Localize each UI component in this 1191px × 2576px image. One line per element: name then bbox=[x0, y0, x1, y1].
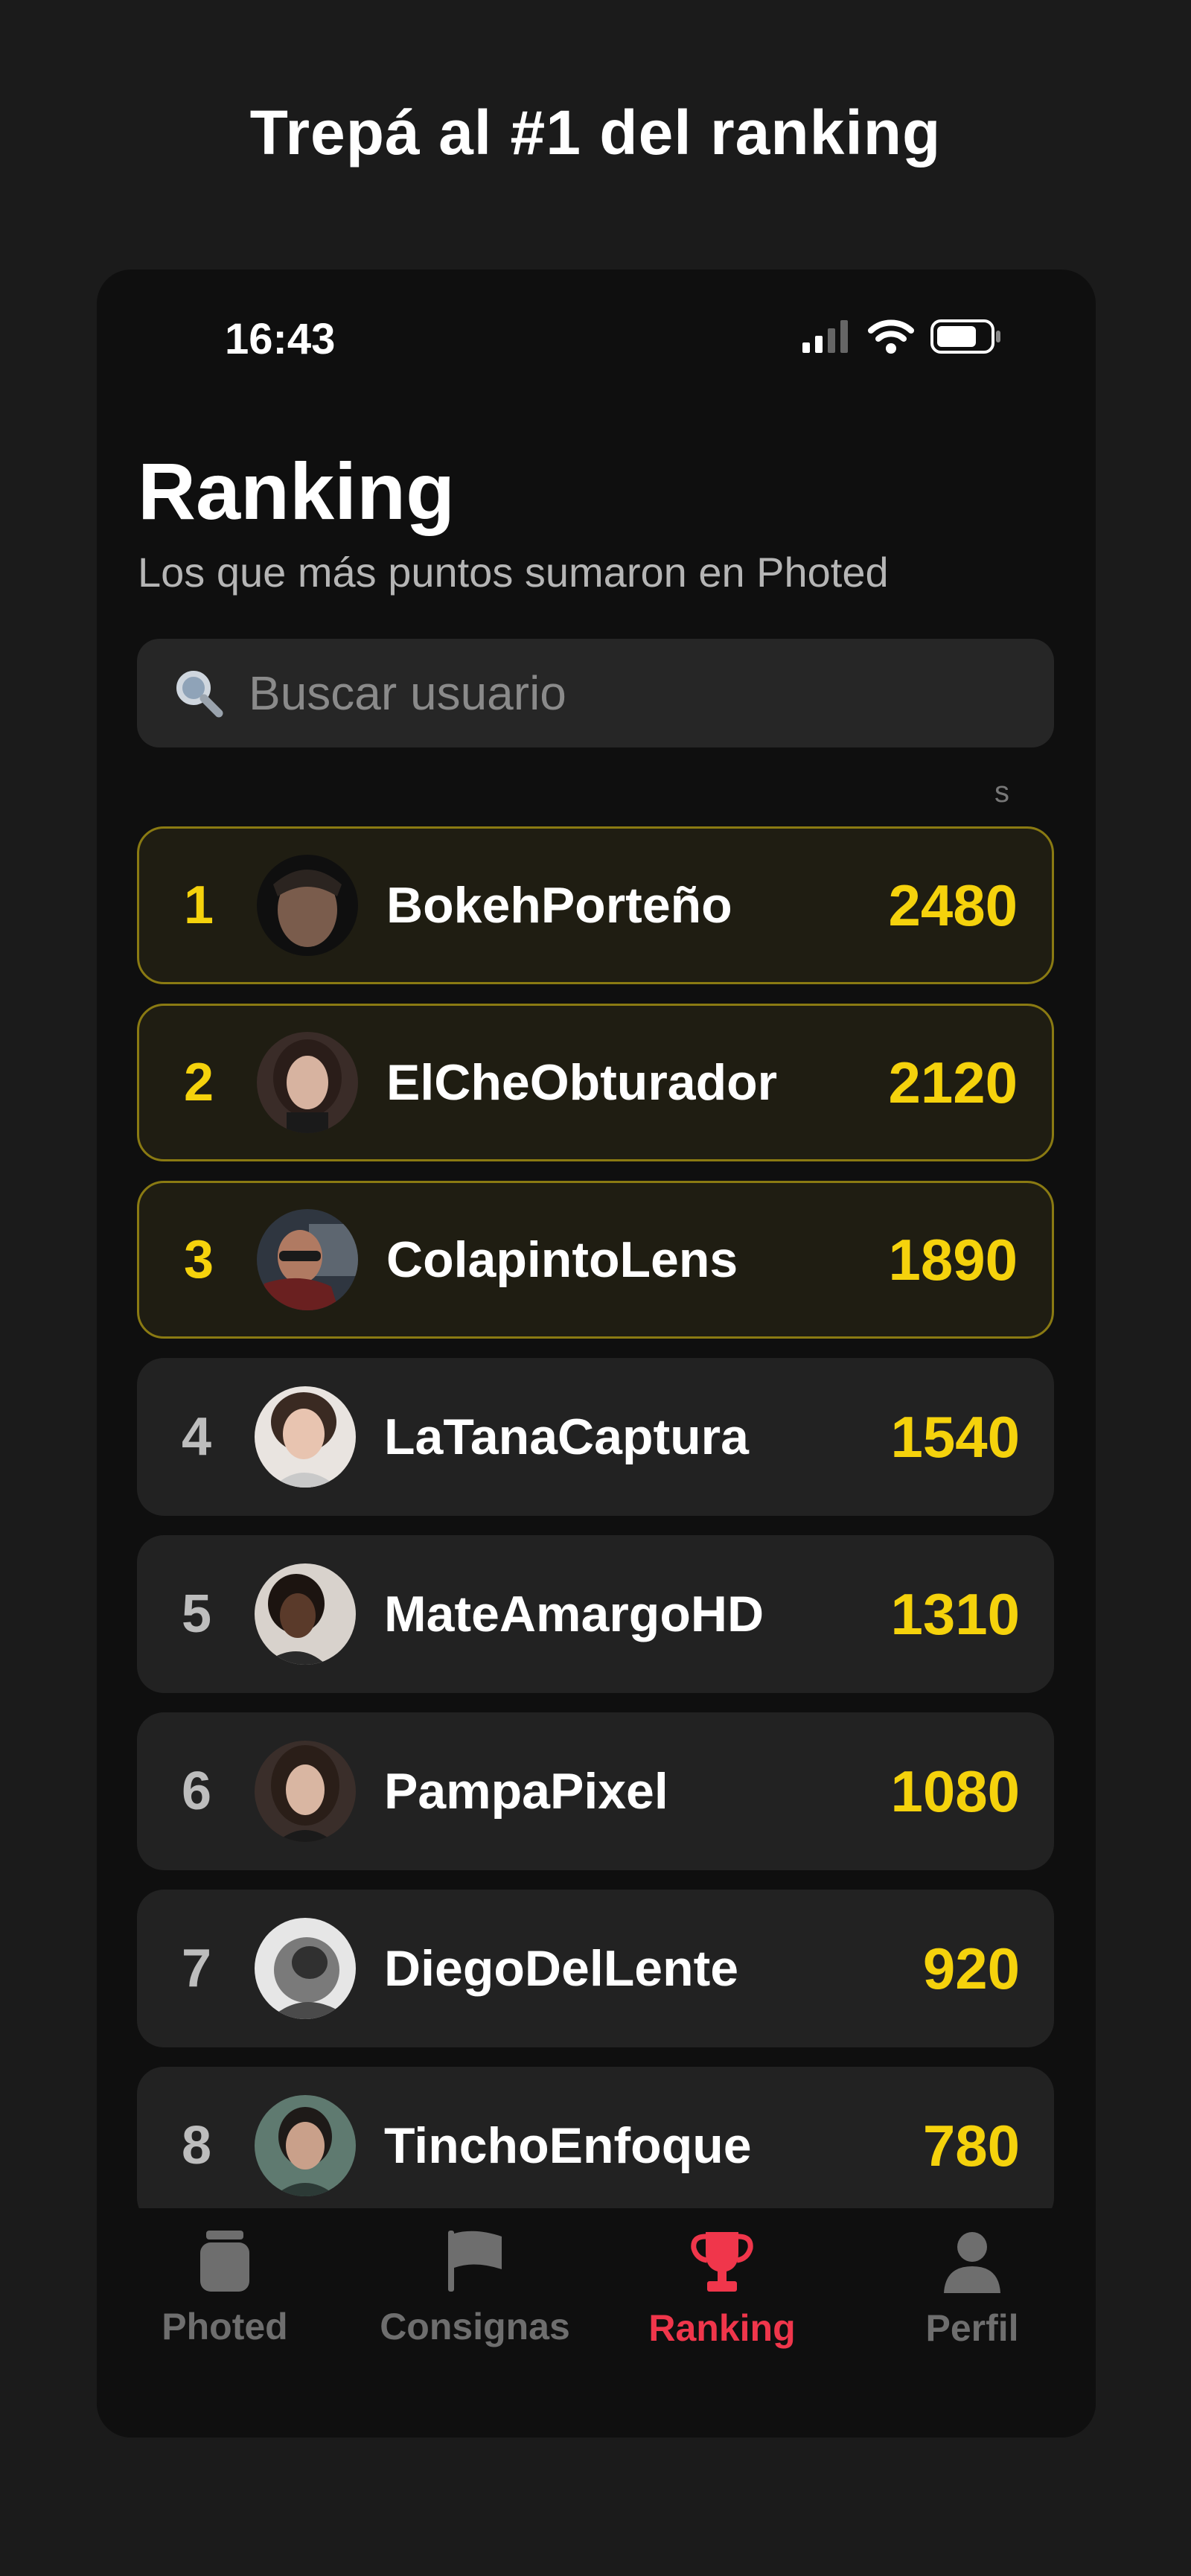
points: 2120 bbox=[888, 1049, 1018, 1115]
avatar bbox=[255, 1918, 356, 2019]
username: ElCheObturador bbox=[386, 1054, 778, 1111]
ranking-row[interactable]: 3 ColapintoLens 1890 bbox=[137, 1181, 1054, 1339]
rank-number: 6 bbox=[181, 1762, 212, 1821]
ranking-row[interactable]: 8 TinchoEnfoque 780 bbox=[137, 2067, 1054, 2225]
wifi-icon bbox=[868, 319, 914, 354]
rank-number: 8 bbox=[181, 2116, 212, 2175]
tab-label: Perfil bbox=[925, 2307, 1019, 2349]
rank-number: 3 bbox=[183, 1230, 214, 1289]
rank-number: 4 bbox=[181, 1407, 212, 1467]
username: ColapintoLens bbox=[386, 1231, 738, 1288]
avatar bbox=[255, 1741, 356, 1842]
status-time: 16:43 bbox=[225, 315, 336, 363]
points: 2480 bbox=[888, 872, 1018, 938]
username: TinchoEnfoque bbox=[384, 2117, 752, 2174]
person-icon bbox=[944, 2232, 1000, 2293]
ranking-row[interactable]: 7 DiegoDelLente 920 bbox=[137, 1890, 1054, 2047]
ranking-row[interactable]: 6 PampaPixel 1080 bbox=[137, 1712, 1054, 1870]
tab-perfil[interactable]: Perfil bbox=[853, 2231, 1091, 2350]
username: PampaPixel bbox=[384, 1763, 668, 1820]
tab-photed[interactable]: Photed bbox=[106, 2231, 344, 2348]
points: 1890 bbox=[888, 1226, 1018, 1292]
scroll-hint: s bbox=[994, 776, 1009, 809]
avatar bbox=[255, 1563, 356, 1665]
username: MateAmargoHD bbox=[384, 1586, 764, 1642]
rank-number: 5 bbox=[181, 1584, 212, 1644]
avatar bbox=[257, 1209, 358, 1310]
points: 780 bbox=[922, 2112, 1020, 2178]
rank-number: 1 bbox=[183, 876, 214, 935]
points: 1310 bbox=[890, 1581, 1020, 1647]
tab-label: Consignas bbox=[380, 2306, 570, 2347]
rank-number: 7 bbox=[181, 1939, 212, 1998]
trophy-icon bbox=[691, 2232, 753, 2292]
points: 920 bbox=[922, 1935, 1020, 2001]
rank-number: 2 bbox=[183, 1053, 214, 1112]
avatar bbox=[257, 1032, 358, 1133]
promo-headline: Trepá al #1 del ranking bbox=[249, 98, 942, 168]
avatar bbox=[257, 855, 358, 956]
search-icon bbox=[176, 671, 223, 718]
points: 1080 bbox=[890, 1758, 1020, 1824]
battery-icon bbox=[930, 319, 1000, 354]
ranking-list: 1 BokehPorteño 2480 2 ElCheObturador 212… bbox=[137, 826, 1054, 2244]
signal-icon bbox=[802, 320, 848, 353]
username: DiegoDelLente bbox=[384, 1940, 739, 1997]
tab-bar: Photed Consignas Ranking Perfil bbox=[97, 2208, 1096, 2438]
jar-icon bbox=[200, 2231, 249, 2292]
avatar bbox=[255, 2095, 356, 2196]
ranking-row[interactable]: 2 ElCheObturador 2120 bbox=[137, 1004, 1054, 1161]
flag-icon bbox=[448, 2231, 502, 2292]
tab-label: Photed bbox=[162, 2306, 288, 2347]
status-bar: 16:43 bbox=[97, 270, 1096, 411]
page-subtitle: Los que más puntos sumaron en Photed bbox=[138, 549, 889, 596]
phone-screen: 16:43 Ranking Los que más puntos sumaron… bbox=[97, 270, 1096, 2438]
ranking-row[interactable]: 1 BokehPorteño 2480 bbox=[137, 826, 1054, 984]
points: 1540 bbox=[890, 1403, 1020, 1470]
page-title: Ranking bbox=[138, 446, 456, 536]
ranking-row[interactable]: 5 MateAmargoHD 1310 bbox=[137, 1535, 1054, 1693]
tab-ranking[interactable]: Ranking bbox=[603, 2231, 841, 2350]
tab-consignas[interactable]: Consignas bbox=[356, 2231, 594, 2348]
tab-label: Ranking bbox=[648, 2307, 796, 2349]
ranking-row[interactable]: 4 LaTanaCaptura 1540 bbox=[137, 1358, 1054, 1516]
status-icons bbox=[802, 319, 1002, 354]
username: BokehPorteño bbox=[386, 877, 732, 934]
avatar bbox=[255, 1386, 356, 1488]
search-bar[interactable] bbox=[137, 639, 1054, 747]
username: LaTanaCaptura bbox=[384, 1409, 749, 1465]
search-input[interactable] bbox=[247, 665, 994, 721]
